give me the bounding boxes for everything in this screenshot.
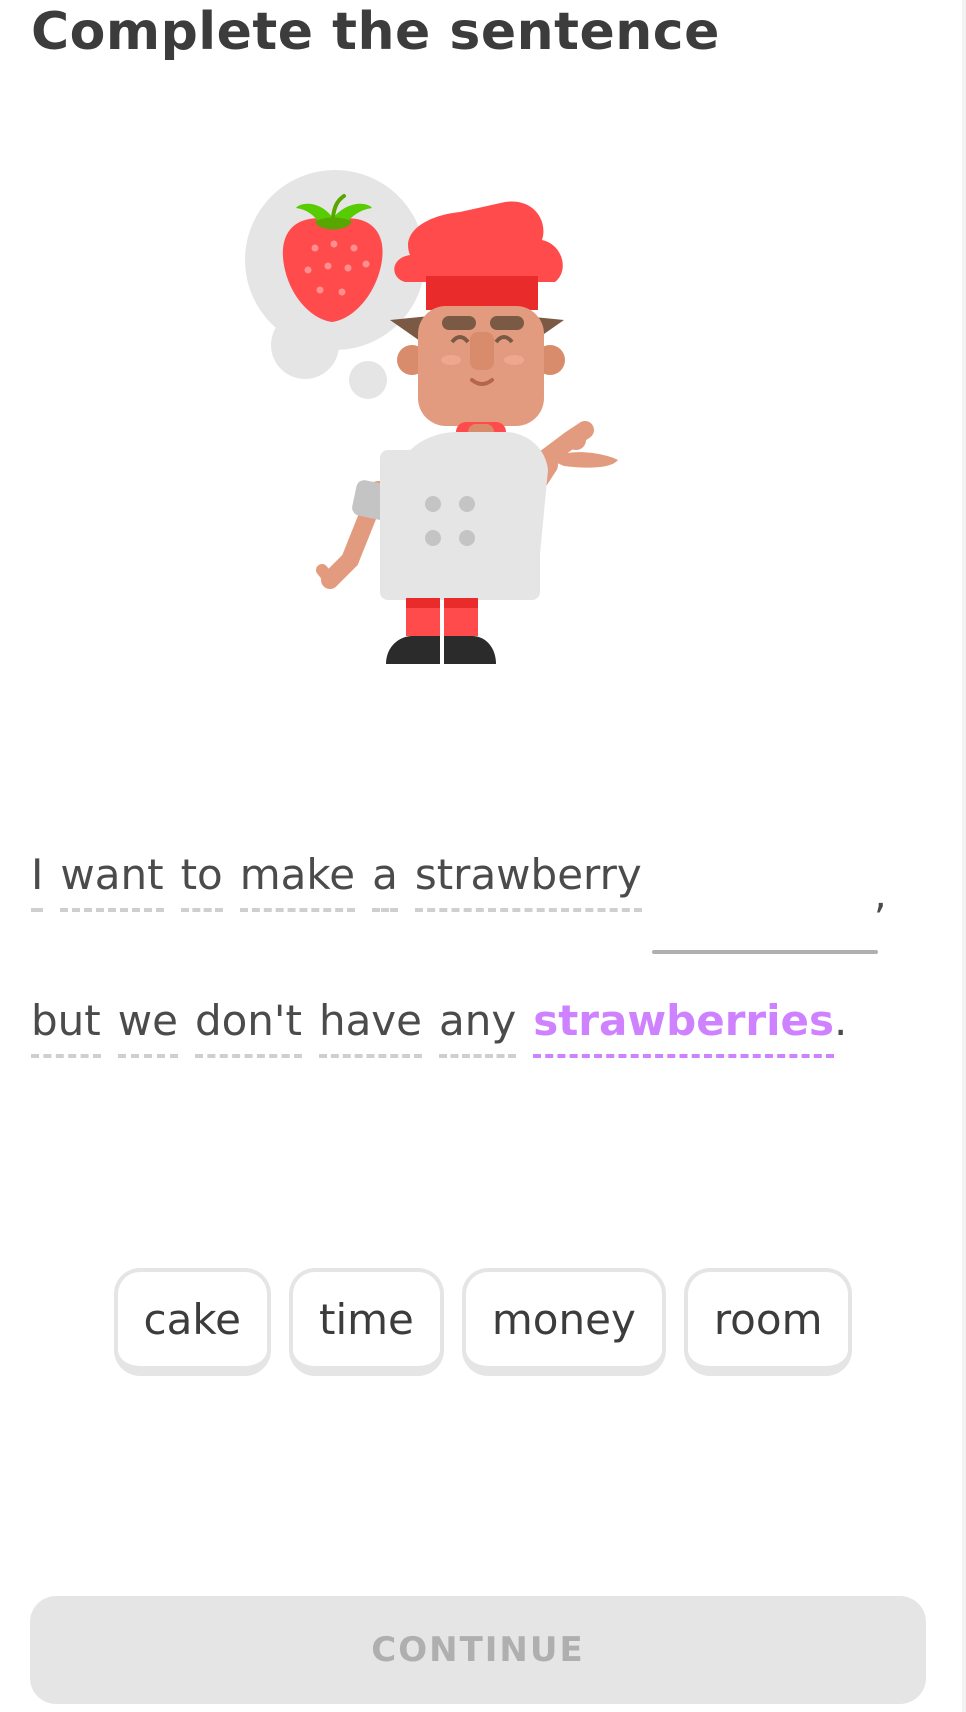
edge-divider [962,0,966,1712]
sentence-word[interactable]: strawberry [414,851,642,913]
sentence-word[interactable]: to [180,851,223,913]
sentence-line-2: but we don't have any strawberries . [31,996,848,1059]
highlighted-word[interactable]: strawberries [533,997,835,1059]
continue-button[interactable]: CONTINUE [30,1596,926,1704]
sentence-word[interactable]: I [31,851,44,913]
chef-illustration [245,170,618,664]
sentence-comma: , [874,872,887,918]
answer-blank[interactable] [652,950,878,954]
sentence-word[interactable]: want [60,851,164,913]
sentence-word[interactable]: we [117,997,178,1059]
choice-room[interactable]: room [683,1268,853,1376]
sentence-word[interactable]: a [372,851,398,913]
sentence-word[interactable]: don't [194,997,302,1059]
word-bank: cake time money room [0,1268,966,1376]
sentence-word[interactable]: but [31,997,101,1059]
sentence-line-1: I want to make a strawberry [31,851,659,913]
choice-cake[interactable]: cake [113,1268,271,1376]
sentence-period: . [834,996,848,1045]
choice-money[interactable]: money [461,1268,666,1376]
sentence-word[interactable]: make [239,851,356,913]
sentence-word[interactable]: any [439,997,517,1059]
chef-hat-icon [394,201,563,310]
choice-time[interactable]: time [289,1268,444,1376]
sentence-word[interactable]: have [318,997,423,1059]
page-title: Complete the sentence [31,2,720,62]
